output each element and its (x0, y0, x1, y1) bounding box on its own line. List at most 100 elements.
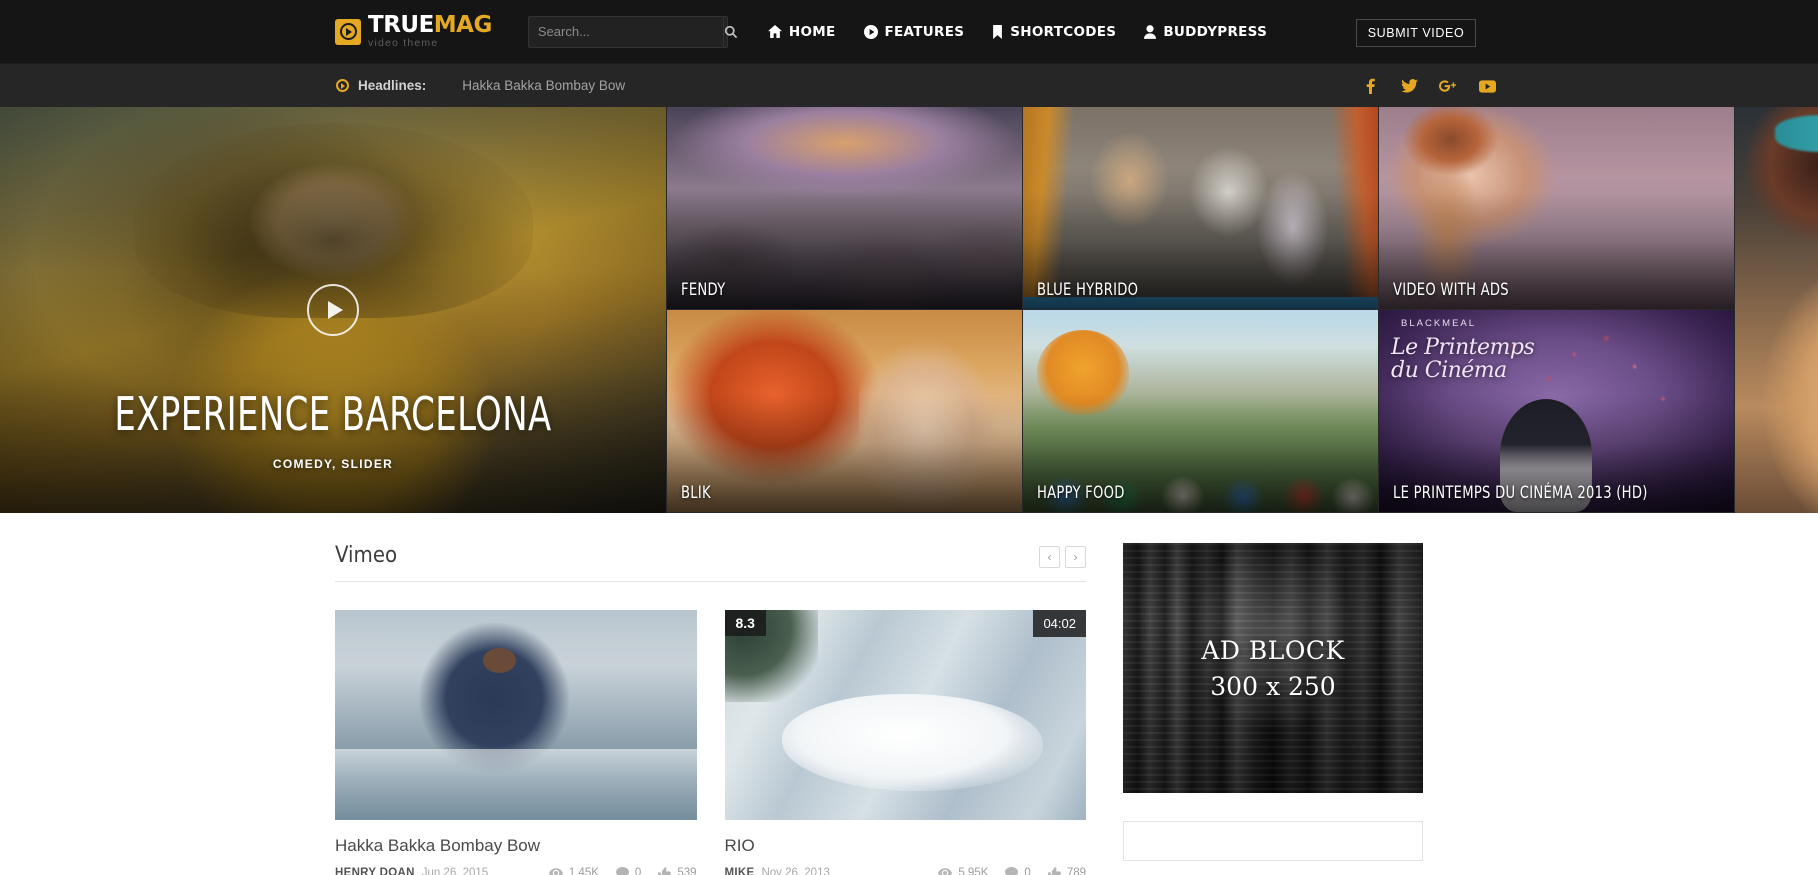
twitter-icon[interactable] (1400, 77, 1418, 95)
sidebar-widget-placeholder (1123, 821, 1423, 861)
social-links (1361, 64, 1496, 108)
thumbnail-title: VIDEO WITH ADS (1393, 280, 1509, 300)
thumbnail-title: HAPPY FOOD (1037, 483, 1125, 503)
hero-grid-item-le-printemps[interactable]: BLACKMEAL Le Printemps du Cinéma LE PRIN… (1378, 310, 1734, 513)
headlines-label: Headlines: (358, 78, 427, 93)
rating-badge: 8.3 (724, 610, 766, 636)
view-count-value: 1.45K (568, 867, 599, 875)
thumbnail-overlay (1379, 107, 1734, 309)
video-stats: 1.45K 0 539 (548, 867, 697, 875)
content-main-column: Vimeo ‹ › Hakka Bakka Bombay Bow HENRY D… (335, 543, 1086, 875)
video-card: Hakka Bakka Bombay Bow HENRY DOAN Jun 26… (335, 610, 697, 875)
submit-video-button[interactable]: SUBMIT VIDEO (1356, 19, 1476, 47)
thumbnail-overlay (667, 310, 1022, 512)
search-input[interactable] (528, 16, 723, 47)
video-meta: HENRY DOAN Jun 26, 2015 1.45K 0 539 (335, 867, 697, 875)
video-meta: MIKE Nov 26, 2013 5.95K 0 789 (725, 867, 1086, 875)
play-icon (327, 301, 343, 319)
nav-item-buddypress-label: BUDDYPRESS (1163, 23, 1268, 40)
hero-grid-item-blik[interactable]: BLIK (666, 310, 1022, 513)
comment-count-value: 0 (1024, 867, 1031, 875)
logo-play-icon (335, 18, 361, 45)
hero-grid-item-blue-hybrido[interactable]: BLUE HYBRIDO (1022, 107, 1378, 310)
thumbnail-overlay (1379, 310, 1734, 512)
headlines-play-icon (336, 79, 349, 92)
sidebar: AD BLOCK 300 x 250 (1123, 543, 1423, 875)
ad-text: AD BLOCK 300 x 250 (1123, 543, 1423, 793)
video-title[interactable]: Hakka Bakka Bombay Bow (335, 836, 697, 856)
video-date: Nov 26, 2013 (761, 867, 830, 875)
play-circle-icon (863, 24, 878, 39)
thumbnail-overlay (1023, 107, 1378, 309)
top-header-bar: TRUEMAG video theme HOME FEATURES (0, 0, 1818, 63)
video-date: Jun 26, 2015 (421, 867, 489, 875)
thumbnail-overlay (1023, 310, 1378, 512)
facebook-icon[interactable] (1361, 77, 1379, 95)
logo-subtitle: video theme (368, 37, 439, 50)
hero-featured-slide[interactable]: EXPERIENCE BARCELONA COMEDY, SLIDER (0, 107, 666, 513)
video-card-list: Hakka Bakka Bombay Bow HENRY DOAN Jun 26… (335, 610, 1086, 875)
user-icon (1144, 24, 1157, 39)
nav-item-shortcodes-label: SHORTCODES (1010, 23, 1117, 40)
nav-item-shortcodes[interactable]: SHORTCODES (992, 24, 1116, 40)
like-count-value: 789 (1066, 867, 1086, 875)
thumbnail-title: BLIK (681, 483, 711, 503)
nav-item-features[interactable]: FEATURES (863, 23, 965, 40)
thumbnail-image (724, 610, 1086, 820)
video-author[interactable]: MIKE (725, 867, 755, 875)
home-icon (767, 25, 782, 38)
comment-icon (615, 867, 629, 875)
hero-thumbnail-grid: FENDY BLUE HYBRIDO VIDEO WITH ADS BLIK H… (666, 107, 1734, 513)
nav-item-home-label: HOME (788, 23, 836, 40)
search-icon (724, 25, 738, 38)
hero-grid-item-partial[interactable] (1734, 107, 1818, 513)
video-thumbnail[interactable]: 8.3 04:02 (724, 610, 1086, 820)
page-content: Vimeo ‹ › Hakka Bakka Bombay Bow HENRY D… (0, 513, 1818, 875)
view-count-value: 5.95K (958, 867, 989, 875)
hero-grid-item-video-with-ads[interactable]: VIDEO WITH ADS (1378, 107, 1734, 310)
search-box[interactable] (527, 15, 738, 48)
logo-text: TRUEMAG video theme (368, 14, 492, 49)
hero-featured-section: EXPERIENCE BARCELONA COMEDY, SLIDER FEND… (0, 107, 1818, 513)
logo-text-mag: MAG (433, 12, 493, 39)
headline-item-link[interactable]: Hakka Bakka Bombay Bow (462, 78, 625, 93)
thumbs-up-icon (658, 867, 672, 875)
nav-item-features-label: FEATURES (884, 23, 965, 40)
section-header: Vimeo ‹ › (335, 543, 1086, 582)
comment-count: 0 (615, 867, 642, 875)
ad-title: AD BLOCK (1201, 635, 1345, 665)
carousel-prev-button[interactable]: ‹ (1039, 546, 1060, 568)
ad-block[interactable]: AD BLOCK 300 x 250 (1123, 543, 1423, 793)
video-author[interactable]: HENRY DOAN (335, 867, 415, 875)
headlines-bar: Headlines: Hakka Bakka Bombay Bow (0, 63, 1818, 107)
thumbnail-title: BLUE HYBRIDO (1037, 280, 1139, 300)
youtube-icon[interactable] (1478, 77, 1496, 95)
video-title[interactable]: RIO (725, 836, 1087, 856)
site-logo[interactable]: TRUEMAG video theme (335, 14, 492, 49)
like-count-value: 539 (677, 867, 697, 875)
hero-play-button[interactable] (307, 284, 359, 336)
carousel-next-button[interactable]: › (1065, 546, 1086, 568)
bookmark-icon (992, 24, 1003, 39)
section-title: Vimeo (335, 543, 398, 568)
eye-icon (938, 868, 953, 875)
section-carousel-nav: ‹ › (1039, 546, 1086, 568)
thumbnail-image (1735, 107, 1818, 513)
thumbnail-title: FENDY (681, 280, 726, 300)
search-submit-button[interactable] (722, 16, 738, 47)
ad-dimensions: 300 x 250 (1210, 671, 1336, 701)
view-count: 1.45K (548, 867, 599, 875)
thumbnail-image (335, 610, 697, 820)
hero-featured-categories: COMEDY, SLIDER (272, 457, 394, 471)
hero-grid-item-happy-food[interactable]: HAPPY FOOD (1022, 310, 1378, 513)
thumbnail-overlay (667, 107, 1022, 309)
google-plus-icon[interactable] (1439, 77, 1457, 95)
video-thumbnail[interactable] (335, 610, 697, 820)
nav-item-buddypress[interactable]: BUDDYPRESS (1144, 24, 1267, 40)
hero-grid-item-fendy[interactable]: FENDY (666, 107, 1022, 310)
video-card: 8.3 04:02 RIO MIKE Nov 26, 2013 5.95K 0 … (724, 610, 1087, 875)
comment-count-value: 0 (634, 867, 642, 875)
comment-count: 0 (1005, 867, 1031, 875)
nav-item-home[interactable]: HOME (767, 23, 836, 40)
thumbs-up-icon (1047, 867, 1061, 875)
